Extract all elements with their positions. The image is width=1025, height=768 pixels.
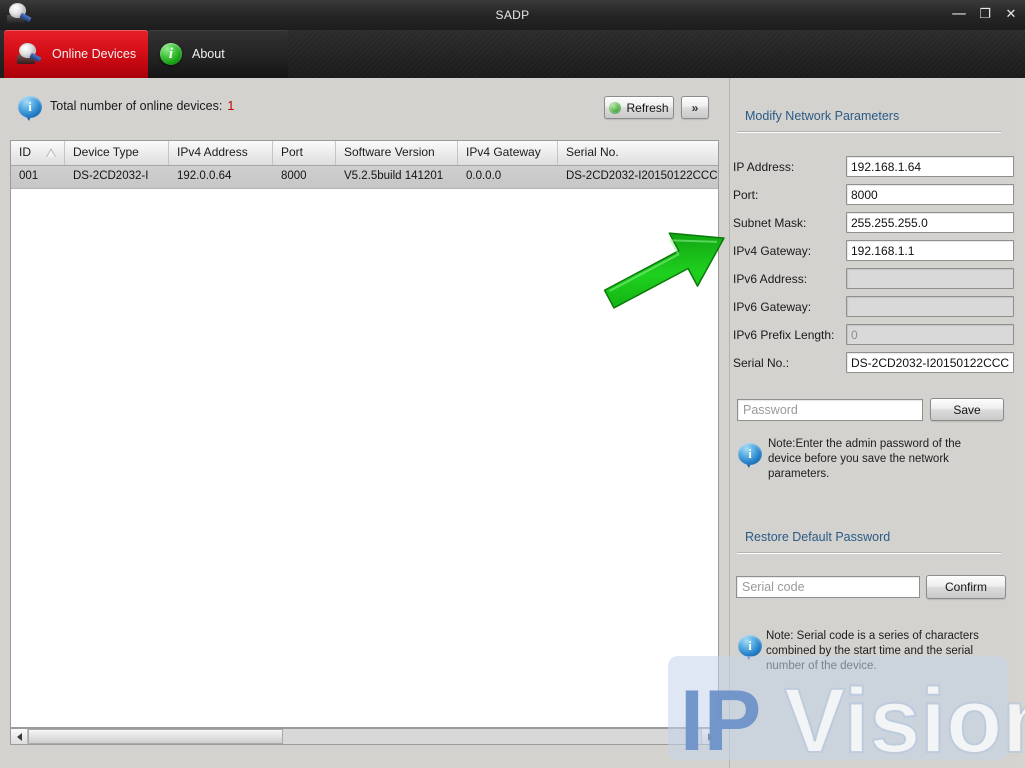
save-button[interactable]: Save	[930, 398, 1004, 421]
tab-about[interactable]: i About	[148, 30, 288, 78]
column-header-serial-no[interactable]: Serial No.	[558, 141, 718, 165]
column-header-id[interactable]: ID	[11, 141, 65, 165]
cell-ipv4-gateway: 0.0.0.0	[466, 170, 502, 182]
minimize-button[interactable]: —	[951, 6, 967, 21]
password-input[interactable]	[737, 399, 923, 421]
label-ipv6-address: IPv6 Address:	[733, 272, 808, 286]
column-header-software-version[interactable]: Software Version	[336, 141, 458, 165]
title-bar: SADP — ❐ ✕	[0, 0, 1025, 31]
tab-online-devices[interactable]: Online Devices	[4, 30, 148, 78]
chevron-left-icon	[16, 732, 22, 741]
sort-ascending-icon	[46, 148, 56, 157]
cell-serial-no: DS-2CD2032-I20150122CCCH	[566, 170, 718, 182]
cell-ipv4-address: 192.0.0.64	[177, 170, 232, 182]
refresh-button[interactable]: Refresh	[604, 96, 674, 119]
column-header-device-type[interactable]: Device Type	[65, 141, 169, 165]
info-blue-icon: i	[18, 96, 44, 122]
input-ipv6-gateway[interactable]	[846, 296, 1014, 317]
devices-table: ID Device Type IPv4 Address Port Softwar…	[10, 140, 719, 728]
close-button[interactable]: ✕	[1003, 8, 1019, 22]
window-title: SADP	[495, 8, 530, 22]
divider-network	[737, 131, 1001, 133]
table-header-row: ID Device Type IPv4 Address Port Softwar…	[11, 141, 718, 166]
section-title-restore-password: Restore Default Password	[745, 530, 891, 544]
cell-software-version: V5.2.5build 141201	[344, 170, 444, 182]
refresh-button-label: Refresh	[626, 100, 669, 115]
label-port: Port:	[733, 188, 759, 202]
sadp-application-window: SADP — ❐ ✕ Online Devices i About i Tota…	[0, 0, 1025, 768]
input-ipv6-address[interactable]	[846, 268, 1014, 289]
section-title-network: Modify Network Parameters	[745, 109, 900, 123]
save-note-text: Note:Enter the admin password of the dev…	[768, 438, 962, 480]
label-ipv6-prefix-length: IPv6 Prefix Length:	[733, 328, 835, 342]
input-serial-no[interactable]	[846, 352, 1014, 373]
table-empty-area	[11, 189, 718, 727]
chevron-right-icon	[707, 732, 713, 741]
cell-id: 001	[19, 170, 39, 182]
column-header-ipv4-gateway[interactable]: IPv4 Gateway	[458, 141, 558, 165]
column-header-id-label: ID	[19, 145, 31, 159]
magnifier-icon	[16, 42, 42, 66]
tab-online-devices-label: Online Devices	[52, 47, 137, 61]
scrollbar-track[interactable]	[28, 729, 701, 744]
table-row[interactable]: 001 DS-2CD2032-I 192.0.0.64 8000 V5.2.5b…	[11, 166, 718, 189]
input-ipv6-prefix-length[interactable]	[846, 324, 1014, 345]
info-blue-icon: i	[738, 635, 764, 661]
summary-count: 1	[227, 99, 235, 113]
tab-strip: Online Devices i About	[0, 30, 1025, 78]
column-header-port[interactable]: Port	[273, 141, 336, 165]
label-ip-address: IP Address:	[733, 160, 795, 174]
devices-panel: i Total number of online devices: 1 Refre…	[0, 78, 729, 768]
refresh-icon	[609, 101, 622, 114]
divider-restore	[737, 552, 1001, 554]
label-subnet-mask: Subnet Mask:	[733, 216, 807, 230]
online-devices-summary: Total number of online devices: 1	[50, 99, 234, 113]
serial-code-input[interactable]	[736, 576, 920, 598]
serial-code-note-text: Note: Serial code is a series of charact…	[766, 630, 979, 672]
input-port[interactable]	[846, 184, 1014, 205]
maximize-button[interactable]: ❐	[977, 8, 993, 22]
window-controls: — ❐ ✕	[951, 6, 1019, 22]
scrollbar-thumb[interactable]	[28, 729, 283, 744]
expand-panel-button[interactable]: »	[681, 96, 709, 119]
input-ipv4-gateway[interactable]	[846, 240, 1014, 261]
cell-port: 8000	[281, 170, 307, 182]
cell-device-type: DS-2CD2032-I	[73, 170, 149, 182]
scroll-left-button[interactable]	[11, 729, 28, 744]
scroll-right-button[interactable]	[701, 729, 718, 744]
info-green-icon: i	[160, 43, 182, 65]
info-blue-icon: i	[738, 443, 764, 469]
label-ipv4-gateway: IPv4 Gateway:	[733, 244, 812, 258]
column-header-ipv4-address[interactable]: IPv4 Address	[169, 141, 273, 165]
summary-label: Total number of online devices:	[50, 99, 223, 113]
label-ipv6-gateway: IPv6 Gateway:	[733, 300, 812, 314]
confirm-button[interactable]: Confirm	[926, 575, 1006, 599]
input-subnet-mask[interactable]	[846, 212, 1014, 233]
table-horizontal-scrollbar[interactable]	[10, 728, 719, 745]
magnifier-icon	[6, 2, 32, 26]
input-ip-address[interactable]	[846, 156, 1014, 177]
label-serial-no: Serial No.:	[733, 356, 790, 370]
tab-about-label: About	[192, 47, 225, 61]
